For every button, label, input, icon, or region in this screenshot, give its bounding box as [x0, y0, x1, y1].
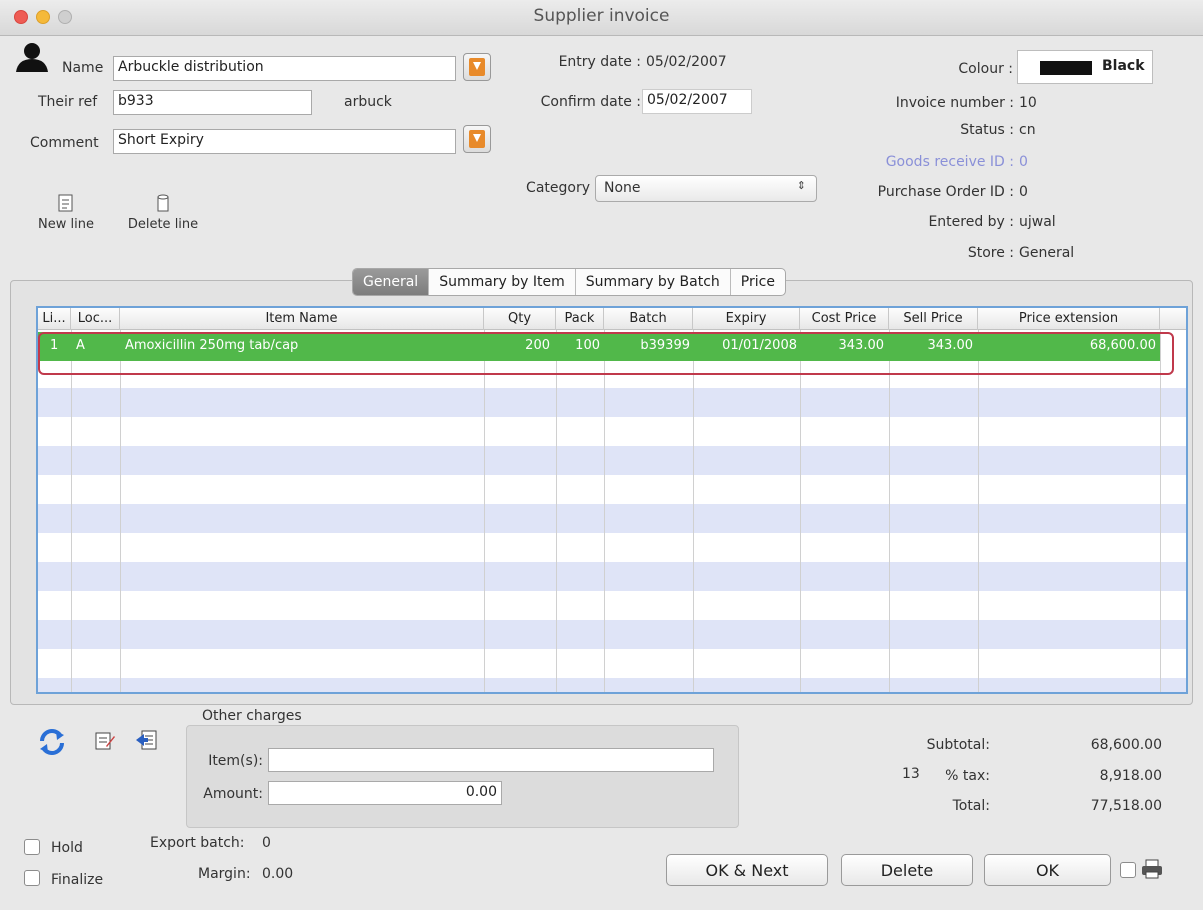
column-header-line[interactable]: Li... — [38, 308, 71, 330]
column-header-cost-price[interactable]: Cost Price — [800, 308, 889, 330]
entry-date-label: Entry date : — [558, 54, 641, 70]
column-header-batch[interactable]: Batch — [604, 308, 693, 330]
hold-checkbox[interactable] — [24, 839, 40, 855]
tax-rate: 13 — [902, 766, 920, 782]
new-line-button[interactable]: New line — [30, 193, 102, 232]
column-header-price-extension[interactable]: Price extension — [978, 308, 1160, 330]
goods-receive-label[interactable]: Goods receive ID : — [840, 154, 1014, 170]
margin-label: Margin: — [198, 866, 251, 882]
total-label: Total: — [952, 798, 990, 814]
colour-value: Black — [1102, 58, 1145, 74]
trash-icon — [157, 194, 169, 212]
items-field[interactable] — [268, 748, 714, 772]
hold-label: Hold — [51, 840, 83, 856]
delete-line-label: Delete line — [127, 217, 199, 232]
items-label: Item(s): — [208, 753, 263, 769]
amount-label: Amount: — [203, 786, 263, 802]
colour-field[interactable]: Black — [1017, 50, 1153, 84]
invoice-number-value: 10 — [1019, 95, 1037, 111]
new-document-icon — [58, 194, 73, 212]
comment-lookup-button[interactable] — [463, 125, 491, 153]
total-value: 77,518.00 — [1090, 798, 1162, 814]
column-header-item-name[interactable]: Item Name — [120, 308, 484, 330]
confirm-date-label: Confirm date : — [540, 94, 641, 110]
subtotal-label: Subtotal: — [926, 737, 990, 753]
ok-button[interactable]: OK — [984, 854, 1111, 886]
purchase-order-value: 0 — [1019, 184, 1028, 200]
amount-field[interactable]: 0.00 — [268, 781, 502, 805]
row-highlight-outline — [38, 332, 1174, 375]
print-checkbox[interactable] — [1120, 862, 1136, 878]
tab-summary-by-item[interactable]: Summary by Item — [429, 269, 576, 295]
new-line-label: New line — [38, 217, 94, 232]
printer-icon[interactable] — [1140, 858, 1164, 880]
import-icon[interactable] — [134, 728, 160, 752]
name-field[interactable]: Arbuckle distribution — [113, 56, 456, 81]
store-value: General — [1019, 245, 1075, 261]
tab-general[interactable]: General — [353, 269, 430, 295]
person-icon — [16, 43, 48, 72]
status-value: cn — [1019, 122, 1036, 138]
arrow-down-icon — [469, 58, 485, 76]
column-header-sell-price[interactable]: Sell Price — [889, 308, 978, 330]
category-select[interactable]: None ⇕ — [595, 175, 817, 202]
finalize-checkbox[interactable] — [24, 870, 40, 886]
tab-price[interactable]: Price — [731, 269, 785, 295]
column-header-qty[interactable]: Qty — [484, 308, 556, 330]
other-charges-box — [186, 725, 739, 828]
store-label: Store : — [967, 245, 1014, 261]
category-label: Category — [526, 180, 590, 196]
purchase-order-label: Purchase Order ID : — [877, 184, 1014, 200]
confirm-date-field[interactable]: 05/02/2007 — [642, 89, 752, 114]
export-batch-value: 0 — [262, 835, 271, 851]
tax-value: 8,918.00 — [1099, 768, 1162, 784]
column-header-expiry[interactable]: Expiry — [693, 308, 800, 330]
subtotal-value: 68,600.00 — [1090, 737, 1162, 753]
name-lookup-button[interactable] — [463, 53, 491, 81]
supplier-code: arbuck — [344, 94, 392, 110]
table-header: Li... Loc... Item Name Qty Pack Batch Ex… — [38, 308, 1186, 330]
tax-label: % tax: — [945, 768, 990, 784]
their-ref-label: Their ref — [38, 94, 98, 110]
column-header-location[interactable]: Loc... — [71, 308, 120, 330]
their-ref-field[interactable]: b933 — [113, 90, 312, 115]
category-value: None — [604, 180, 641, 196]
tab-summary-by-batch[interactable]: Summary by Batch — [576, 269, 731, 295]
goods-receive-value: 0 — [1019, 154, 1028, 170]
column-header-pack[interactable]: Pack — [556, 308, 604, 330]
comment-field[interactable]: Short Expiry — [113, 129, 456, 154]
window-title: Supplier invoice — [533, 6, 670, 26]
entered-by-label: Entered by : — [928, 214, 1014, 230]
status-label: Status : — [960, 122, 1014, 138]
entry-date-value: 05/02/2007 — [646, 54, 727, 70]
ok-next-button[interactable]: OK & Next — [666, 854, 828, 886]
colour-swatch — [1040, 61, 1092, 75]
margin-value: 0.00 — [262, 866, 294, 882]
tab-bar: General Summary by Item Summary by Batch… — [352, 268, 786, 296]
delete-button[interactable]: Delete — [841, 854, 973, 886]
comment-label: Comment — [30, 135, 99, 151]
invoice-number-label: Invoice number : — [895, 95, 1014, 111]
colour-label: Colour : — [958, 61, 1013, 77]
refresh-icon[interactable] — [36, 727, 68, 757]
name-label: Name — [62, 60, 104, 76]
finalize-label: Finalize — [51, 872, 104, 888]
export-batch-label: Export batch: — [150, 835, 245, 851]
entered-by-value: ujwal — [1019, 214, 1056, 230]
arrow-down-icon — [469, 130, 485, 148]
delete-line-button[interactable]: Delete line — [118, 193, 208, 232]
edit-document-icon[interactable] — [94, 730, 116, 752]
select-arrows-icon: ⇕ — [796, 179, 806, 192]
other-charges-title: Other charges — [202, 708, 302, 724]
